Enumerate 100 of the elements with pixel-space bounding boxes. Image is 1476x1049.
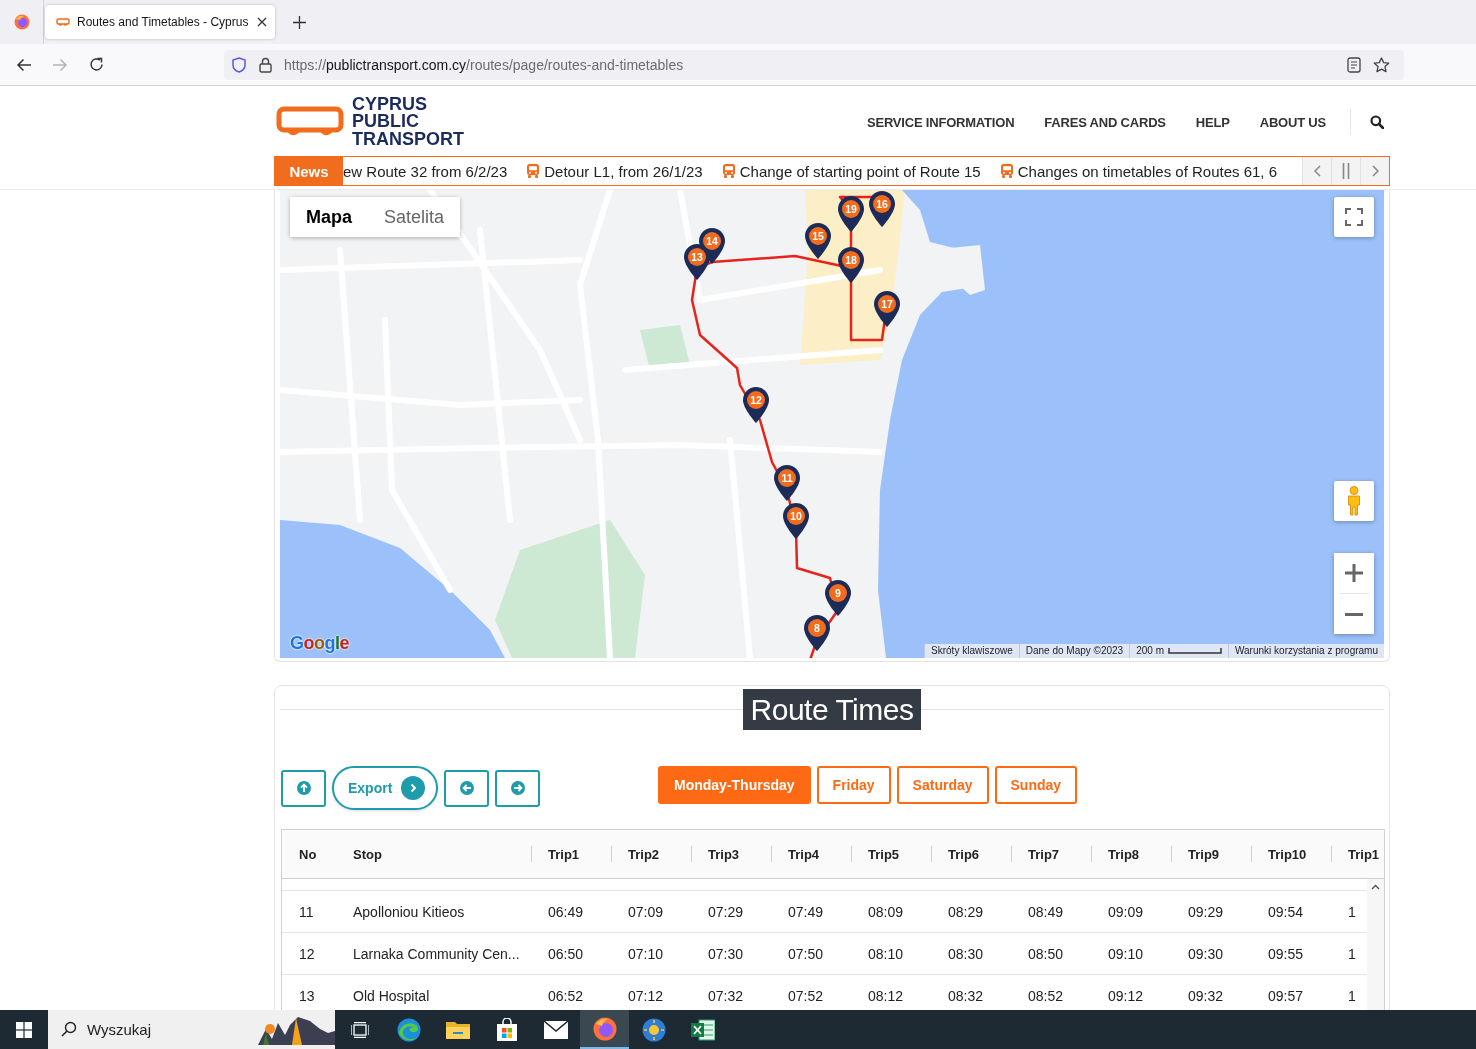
time-cell: 07:50 [788, 945, 824, 962]
time-cell: 09:54 [1268, 903, 1304, 920]
envelope-icon [543, 1020, 568, 1039]
column-header[interactable]: Trip5 [868, 846, 900, 862]
scroll-up-button[interactable] [281, 769, 326, 807]
plus-icon [1345, 564, 1363, 582]
time-cell: 08:32 [948, 987, 984, 1004]
time-cell: 08:30 [948, 945, 984, 962]
time-cell: 09:57 [1268, 987, 1304, 1004]
scale-bar [1168, 648, 1222, 654]
map-type-tab[interactable]: Mapa [290, 197, 368, 237]
close-icon[interactable] [257, 17, 267, 27]
map-data-credit: Dane do Mapy ©2023 [1018, 644, 1130, 658]
next-button[interactable] [495, 769, 540, 807]
shield-icon[interactable] [232, 56, 246, 73]
time-cell: 06:50 [548, 945, 584, 962]
column-header[interactable]: Trip2 [628, 846, 660, 862]
logo-text[interactable]: CYPRUS PUBLIC TRANSPORT [352, 96, 464, 148]
spreadsheet-icon [690, 1018, 715, 1041]
column-header[interactable]: Trip1 [548, 846, 580, 862]
pause-button[interactable] [1331, 157, 1360, 185]
terms-link[interactable]: Warunki korzystania z programu [1228, 644, 1384, 658]
address-bar[interactable]: https://publictransport.com.cy/routes/page/routes-and-timetables [224, 49, 1404, 80]
time-cell: 06:49 [548, 903, 584, 920]
pause-icon [1342, 163, 1350, 179]
keyboard-shortcuts-link[interactable]: Skróty klawiszowe [924, 644, 1019, 658]
right-arrow-icon [52, 57, 68, 72]
chevron-right-icon [401, 776, 425, 800]
reader-view-icon[interactable] [1347, 56, 1361, 73]
time-cell: 07:52 [788, 987, 824, 1004]
column-header[interactable]: Trip4 [788, 846, 820, 862]
column-header[interactable]: Trip8 [1108, 846, 1140, 862]
nav-link[interactable]: HELP [1195, 114, 1230, 130]
previous-button[interactable] [444, 769, 489, 807]
new-tab-icon[interactable] [293, 15, 306, 29]
person-icon [1346, 486, 1362, 516]
search-icon[interactable] [1370, 115, 1384, 129]
shopping-bag-icon [495, 1017, 518, 1042]
time-cell: 08:09 [868, 903, 904, 920]
map-type-tab[interactable]: Satelita [368, 197, 461, 237]
stop-name-cell: Old Hospital [353, 987, 430, 1004]
nav-link[interactable]: ABOUT US [1259, 114, 1326, 130]
fullscreen-icon [1345, 208, 1363, 226]
chevron-right-icon [1371, 165, 1379, 177]
column-header[interactable]: Trip7 [1028, 846, 1060, 862]
chevron-left-icon [1313, 165, 1321, 177]
time-cell: 09:30 [1188, 945, 1224, 962]
left-arrow-icon [459, 781, 474, 795]
column-header[interactable]: Trip3 [708, 846, 740, 862]
time-cell: 07:12 [628, 987, 664, 1004]
column-header[interactable]: Trip9 [1188, 846, 1220, 862]
stop-number-cell: 13 [299, 987, 315, 1004]
lock-icon[interactable] [259, 56, 272, 73]
column-header[interactable]: Trip10 [1268, 846, 1307, 862]
browser-tab[interactable]: Routes and Timetables - Cyprus [45, 5, 275, 39]
street-map[interactable] [280, 190, 1384, 658]
star-icon[interactable] [1373, 56, 1390, 73]
zoom-in-button[interactable] [1334, 553, 1374, 593]
time-cell: 08:50 [1028, 945, 1064, 962]
minus-icon [1345, 612, 1363, 616]
windows-logo-icon [16, 1021, 32, 1038]
time-cell: 09:12 [1108, 987, 1144, 1004]
column-header[interactable]: Trip1 [1348, 846, 1380, 862]
browser-logo-icon[interactable] [13, 14, 30, 30]
folder-icon [445, 1019, 470, 1040]
zoom-out-button[interactable] [1334, 594, 1374, 634]
fullscreen-button[interactable] [1334, 197, 1374, 237]
time-cell: 09:55 [1268, 945, 1304, 962]
wave-logo-icon [396, 1017, 421, 1042]
time-cell: 07:09 [628, 903, 664, 920]
column-header[interactable]: No [299, 846, 317, 862]
stop-name-cell: Apolloniou Kitieos [353, 903, 465, 920]
news-link[interactable]: Changes on timetables of Routes 61, 6 [1017, 162, 1278, 180]
sun-globe-icon [641, 1017, 666, 1042]
news-link[interactable]: Detour L1, from 26/1/23 [544, 162, 703, 180]
column-header[interactable]: Trip6 [948, 846, 980, 862]
up-arrow-icon [296, 781, 311, 795]
news-link[interactable]: ew Route 32 from 6/2/23 [343, 162, 508, 180]
task-view-icon [350, 1021, 369, 1038]
nav-link[interactable]: SERVICE INFORMATION [866, 114, 1015, 130]
time-cell: 09:32 [1188, 987, 1224, 1004]
search-icon [61, 1021, 77, 1037]
time-cell: 1 [1348, 903, 1356, 920]
time-cell: 08:49 [1028, 903, 1064, 920]
time-cell: 07:32 [708, 987, 744, 1004]
time-cell: 09:10 [1108, 945, 1144, 962]
column-header[interactable]: Stop [353, 846, 382, 862]
right-arrow-icon [510, 781, 525, 795]
scale-label: 200 m [1136, 644, 1164, 658]
time-cell: 07:29 [708, 903, 744, 920]
news-link[interactable]: Change of starting point of Route 15 [739, 162, 981, 180]
time-cell: 08:52 [1028, 987, 1064, 1004]
nav-link[interactable]: FARES AND CARDS [1044, 114, 1166, 130]
scrollbar[interactable] [1367, 879, 1384, 1010]
left-arrow-icon [16, 57, 32, 72]
time-cell: 1 [1348, 945, 1356, 962]
time-cell: 08:10 [868, 945, 904, 962]
time-cell: 1 [1348, 987, 1356, 1004]
bus-logo-icon[interactable] [276, 106, 344, 138]
stop-number-cell: 11 [299, 903, 314, 920]
